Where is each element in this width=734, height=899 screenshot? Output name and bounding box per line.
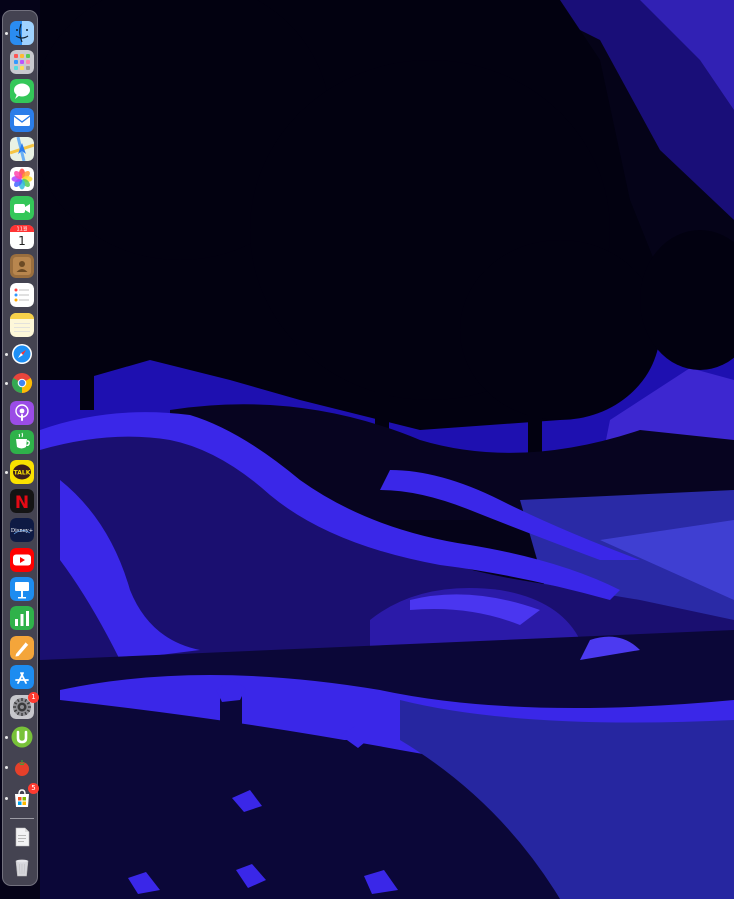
dock-item-reminders[interactable] [10,283,34,307]
dock-item-trash[interactable] [10,855,34,879]
notification-badge-msstore: 5 [28,783,39,794]
running-indicator-tomato [5,766,8,769]
dock-item-contacts[interactable] [10,254,34,278]
dock-item-keynote[interactable] [10,577,34,601]
dock-separator [10,818,34,819]
dock-item-safari[interactable] [10,342,34,366]
dock-item-podcasts[interactable] [10,401,34,425]
svg-text:11월: 11월 [17,226,28,233]
desktop: 11월 1 TALK N Disney+ 1 5 [0,0,734,899]
running-indicator-utorrent [5,736,8,739]
dock-item-kakaotalk[interactable]: TALK [10,460,34,484]
dock-item-notes[interactable] [10,313,34,337]
dock-item-appstore[interactable] [10,665,34,689]
running-indicator-chrome [5,382,8,385]
dock-item-mail[interactable] [10,108,34,132]
dock: 11월 1 TALK N Disney+ 1 5 [2,10,39,886]
wallpaper [0,0,734,899]
dock-item-calendar[interactable]: 11월 1 [10,225,34,249]
dock-item-messages[interactable] [10,79,34,103]
dock-item-disneyplus[interactable]: Disney+ [10,518,34,542]
dock-item-facetime[interactable] [10,196,34,220]
dock-item-netflix[interactable]: N [10,489,34,513]
dock-item-photos[interactable] [10,167,34,191]
dock-item-documents[interactable] [10,825,34,849]
svg-text:1: 1 [18,234,26,248]
running-indicator-finder [5,32,8,35]
dock-item-caffeine[interactable] [10,430,34,454]
dock-item-tomato[interactable] [10,755,34,779]
notification-badge-settings: 1 [28,692,39,703]
running-indicator-safari [5,353,8,356]
dock-item-pages[interactable] [10,636,34,660]
svg-text:TALK: TALK [14,470,31,477]
dock-item-finder[interactable] [10,21,34,45]
dock-item-numbers[interactable] [10,606,34,630]
svg-text:N: N [15,493,29,513]
dock-item-chrome[interactable] [10,371,34,395]
running-indicator-msstore [5,797,8,800]
running-indicator-kakaotalk [5,471,8,474]
dock-item-youtube[interactable] [10,548,34,572]
dock-item-utorrent[interactable] [10,725,34,749]
dock-item-maps[interactable] [10,137,34,161]
dock-item-launchpad[interactable] [10,50,34,74]
